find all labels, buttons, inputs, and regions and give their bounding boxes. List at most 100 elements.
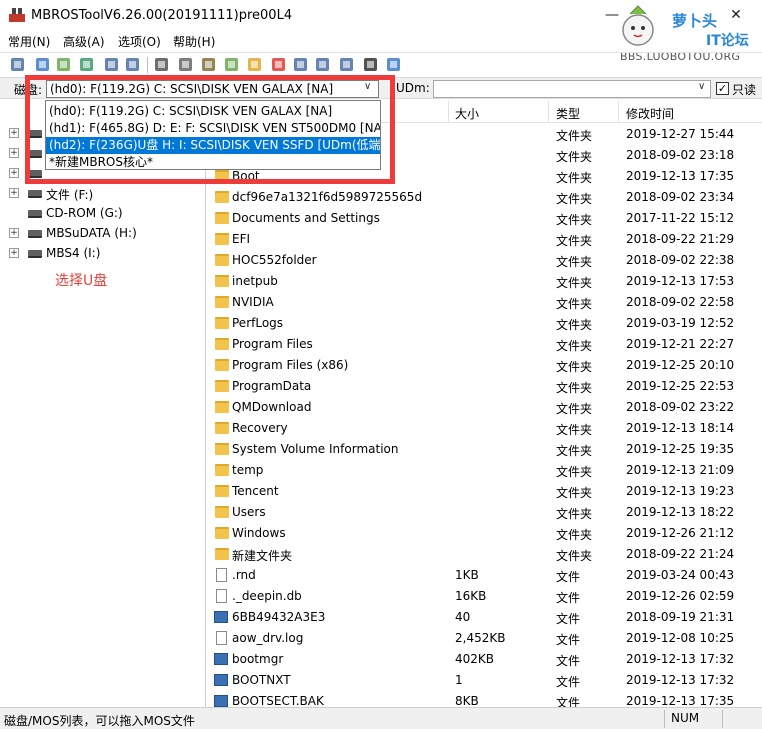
item-type: 文件夹 xyxy=(556,339,593,353)
disk-export-icon[interactable] xyxy=(9,56,26,73)
exit-icon[interactable] xyxy=(385,56,402,73)
folder-icon xyxy=(215,296,229,308)
header-divider[interactable] xyxy=(548,101,549,123)
list-item[interactable]: 6BB49432A3E3 40 文件 2018-09-19 21:31 xyxy=(210,607,762,628)
arrow-up-icon[interactable] xyxy=(223,56,240,73)
rename-icon[interactable] xyxy=(292,56,309,73)
file-icon xyxy=(214,695,228,707)
tree-item[interactable]: CD-ROM (G:) xyxy=(0,204,206,224)
list-item[interactable]: Program Files (x86) 文件夹 2019-12-25 20:10 xyxy=(210,355,762,376)
list-item[interactable]: Users 文件夹 2019-12-13 18:22 xyxy=(210,502,762,523)
disk-option[interactable]: (hd2): F(236G)U盘 H: I: SCSI\DISK VEN SSF… xyxy=(46,137,380,154)
disk-select[interactable]: (hd0): F(119.2G) C: SCSI\DISK VEN GALAX … xyxy=(46,80,379,98)
list-item[interactable]: NVIDIA 文件夹 2018-09-02 22:58 xyxy=(210,292,762,313)
copy-icon[interactable] xyxy=(177,56,194,73)
header-modified[interactable]: 修改时间 xyxy=(626,105,674,122)
menu-help[interactable]: 帮助(H) xyxy=(173,33,215,50)
list-item[interactable]: QMDownload 文件夹 2018-09-02 23:22 xyxy=(210,397,762,418)
menu-common[interactable]: 常用(N) xyxy=(8,33,50,50)
chevron-down-icon[interactable]: ∨ xyxy=(698,81,705,92)
expand-icon[interactable]: + xyxy=(9,168,19,178)
menu-advanced[interactable]: 高级(A) xyxy=(63,33,105,50)
folder-icon xyxy=(215,401,229,413)
help-icon[interactable] xyxy=(362,56,379,73)
view-list-icon[interactable] xyxy=(314,56,331,73)
tree-item[interactable]: + MBS4 (I:) xyxy=(0,244,206,264)
list-item[interactable]: temp 文件夹 2019-12-13 21:09 xyxy=(210,460,762,481)
item-type: 文件夹 xyxy=(556,486,593,500)
disk-option[interactable]: (hd1): F(465.8G) D: E: F: SCSI\DISK VEN … xyxy=(46,120,380,137)
item-type: 文件夹 xyxy=(556,234,593,248)
list-item[interactable]: BOOTNXT 1 文件 2019-12-13 17:32 xyxy=(210,670,762,691)
tree-item[interactable]: + MBSuDATA (H:) xyxy=(0,224,206,244)
drive-icon xyxy=(28,230,42,238)
header-divider[interactable] xyxy=(448,101,449,123)
item-type: 文件 xyxy=(556,612,581,626)
list-item[interactable]: PerfLogs 文件夹 2019-03-19 12:52 xyxy=(210,313,762,334)
list-item[interactable]: ProgramData 文件夹 2019-12-25 22:53 xyxy=(210,376,762,397)
udm-select[interactable] xyxy=(433,80,711,98)
monitor-icon[interactable] xyxy=(124,56,141,73)
chevron-down-icon[interactable]: ∨ xyxy=(364,81,371,92)
list-item[interactable]: HOC552folder 文件夹 2018-09-02 22:38 xyxy=(210,250,762,271)
item-modified: 2019-12-13 17:35 xyxy=(626,694,735,707)
expand-icon[interactable]: + xyxy=(9,228,19,238)
list-item[interactable]: Documents and Settings 文件夹 2017-11-22 15:1… xyxy=(210,208,762,229)
annotation-select-usb: 选择U盘 xyxy=(55,273,108,289)
file-icon xyxy=(214,674,228,686)
new-folder-icon[interactable] xyxy=(246,56,263,73)
list-item[interactable]: 新建文件夹 文件夹 2018-09-22 21:24 xyxy=(210,544,762,565)
expand-icon[interactable]: + xyxy=(9,188,19,198)
list-item[interactable]: BOOTSECT.BAK 8KB 文件 2019-12-13 17:35 xyxy=(210,691,762,707)
tree-item[interactable]: + 文件 (F:) xyxy=(0,184,206,204)
list-item[interactable]: Recovery 文件夹 2019-12-13 18:14 xyxy=(210,418,762,439)
header-divider[interactable] xyxy=(618,101,619,123)
item-type: 文件夹 xyxy=(556,255,593,269)
item-type: 文件夹 xyxy=(556,276,593,290)
menu-bar: 常用(N) 高级(A) 选项(O) 帮助(H) xyxy=(0,31,762,51)
file-icon xyxy=(216,631,227,645)
list-item[interactable]: Windows 文件夹 2019-12-26 21:12 xyxy=(210,523,762,544)
list-item[interactable]: aow_drv.log 2,452KB 文件 2019-12-08 10:25 xyxy=(210,628,762,649)
list-item[interactable]: dcf96e7a1321f6d5989725565d 文件夹 2018-09-02 … xyxy=(210,187,762,208)
item-size: 2,452KB xyxy=(455,631,506,645)
list-item[interactable]: Tencent 文件夹 2019-12-13 19:23 xyxy=(210,481,762,502)
list-item[interactable]: System Volume Information 文件夹 2019-12-25 1… xyxy=(210,439,762,460)
scissors-icon[interactable] xyxy=(153,56,170,73)
item-type: 文件夹 xyxy=(556,213,593,227)
item-modified: 2019-12-13 19:23 xyxy=(626,484,735,498)
status-num-lock: NUM xyxy=(664,710,722,728)
header-size[interactable]: 大小 xyxy=(455,105,479,122)
header-type[interactable]: 类型 xyxy=(556,105,580,122)
expand-icon[interactable]: + xyxy=(9,248,19,258)
item-size: 16KB xyxy=(455,589,487,603)
view-details-icon[interactable] xyxy=(338,56,355,73)
item-name: Program Files xyxy=(232,337,313,351)
disk-dropdown-list: (hd0): F(119.2G) C: SCSI\DISK VEN GALAX … xyxy=(45,100,381,170)
list-item[interactable]: EFI 文件夹 2018-09-22 21:29 xyxy=(210,229,762,250)
gear-icon[interactable] xyxy=(34,56,51,73)
item-size: 8KB xyxy=(455,694,479,707)
list-item[interactable]: Program Files 文件夹 2019-12-21 22:27 xyxy=(210,334,762,355)
item-size: 40 xyxy=(455,610,471,624)
list-item[interactable]: inetpub 文件夹 2019-12-13 17:53 xyxy=(210,271,762,292)
menu-options[interactable]: 选项(O) xyxy=(118,33,161,50)
expand-icon[interactable]: + xyxy=(9,148,19,158)
item-name: 新建文件夹 xyxy=(232,549,293,563)
list-item[interactable]: bootmgr 402KB 文件 2019-12-13 17:32 xyxy=(210,649,762,670)
item-modified: 2019-12-13 18:14 xyxy=(626,421,735,435)
folder-up-icon[interactable] xyxy=(55,56,72,73)
item-modified: 2019-12-13 17:32 xyxy=(626,652,735,666)
folder-icon xyxy=(215,359,229,371)
delete-icon[interactable] xyxy=(270,56,287,73)
list-item[interactable]: .rnd 1KB 文件 2019-03-24 00:43 xyxy=(210,565,762,586)
expand-icon[interactable]: + xyxy=(9,128,19,138)
readonly-checkbox[interactable]: ✓ xyxy=(716,82,729,95)
item-name: Recovery xyxy=(232,421,288,435)
list-item[interactable]: ._deepin.db 16KB 文件 2019-12-26 02:59 xyxy=(210,586,762,607)
paste-icon[interactable] xyxy=(200,56,217,73)
disk-option[interactable]: (hd0): F(119.2G) C: SCSI\DISK VEN GALAX … xyxy=(46,103,380,120)
disk-option[interactable]: *新建MBROS核心* xyxy=(46,154,380,171)
list-icon[interactable] xyxy=(103,56,120,73)
globe-icon[interactable] xyxy=(78,56,95,73)
